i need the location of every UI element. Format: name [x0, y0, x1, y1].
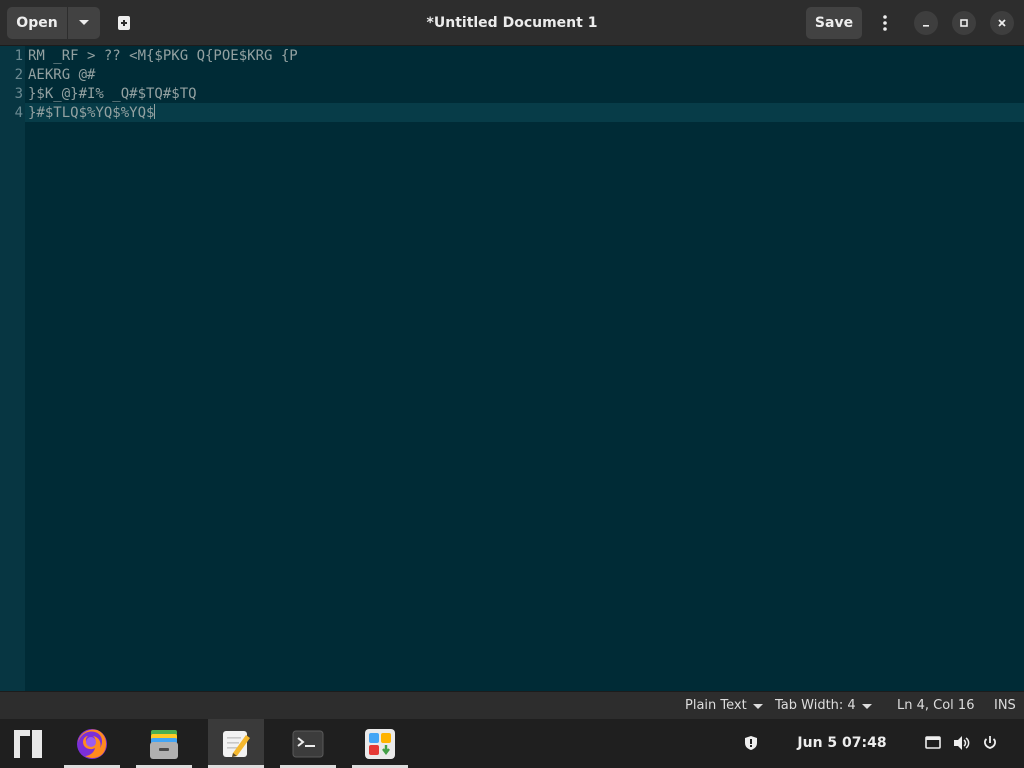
cursor-position-label: Ln 4, Col 16: [897, 698, 975, 713]
taskbar-terminal[interactable]: [280, 719, 336, 768]
screen-icon: [925, 736, 941, 749]
security-tray-item[interactable]: [740, 731, 762, 755]
chevron-down-icon: [752, 703, 763, 709]
app-window: Open *Untitled Document 1 Save 1 RM _RF …: [0, 0, 1024, 768]
firefox-icon: [77, 728, 107, 759]
software-center-icon: [365, 728, 395, 759]
line-text-content[interactable]: }#$TLQ$%YQ$%YQ$: [28, 105, 154, 121]
minimize-button[interactable]: [914, 11, 938, 35]
chevron-down-icon: [861, 703, 872, 709]
insert-mode-label: INS: [994, 698, 1016, 713]
clock[interactable]: Jun 5 07:48: [790, 719, 894, 768]
minimize-icon: [923, 25, 929, 27]
taskbar-software-center[interactable]: [352, 719, 408, 768]
close-button[interactable]: [990, 11, 1014, 35]
line-number: 1: [14, 48, 23, 64]
language-label: Plain Text: [685, 698, 747, 713]
display-tray-item[interactable]: [922, 731, 944, 755]
line-number: 3: [14, 86, 23, 102]
power-tray-item[interactable]: [979, 731, 1001, 755]
line-number: 4: [14, 105, 23, 121]
taskbar: Jun 5 07:48: [0, 719, 1024, 768]
text-caret: [154, 104, 156, 119]
line-number: 2: [14, 67, 23, 83]
text-editor-area[interactable]: 1 RM _RF > ?? <M{$PKG Q{POE$KRG {P 2 AEK…: [0, 46, 1024, 691]
language-selector[interactable]: Plain Text: [685, 692, 763, 720]
terminal-icon: [292, 730, 324, 757]
shield-icon: [745, 736, 757, 750]
main-menu-button[interactable]: [870, 7, 900, 39]
header-bar: Open *Untitled Document 1 Save: [0, 0, 1024, 46]
open-button[interactable]: Open: [7, 7, 67, 39]
maximize-icon: [960, 19, 968, 27]
file-manager-icon: [150, 729, 178, 759]
line-number-gutter: [0, 46, 25, 691]
line-text[interactable]: RM _RF > ?? <M{$PKG Q{POE$KRG {P: [28, 47, 298, 66]
editor-line[interactable]: 3 }$K_@}#I% _Q#$TQ#$TQ: [0, 85, 1024, 104]
line-text-current[interactable]: }#$TLQ$%YQ$%YQ$: [28, 104, 156, 123]
editor-line[interactable]: 4 }#$TLQ$%YQ$%YQ$: [0, 104, 1024, 123]
line-text[interactable]: }$K_@}#I% _Q#$TQ#$TQ: [28, 85, 197, 104]
taskbar-menu-button[interactable]: [6, 719, 50, 768]
new-document-button[interactable]: [108, 7, 140, 39]
tab-width-selector[interactable]: Tab Width: 4: [775, 692, 872, 720]
open-menu-button[interactable]: [68, 7, 100, 39]
window-title: *Untitled Document 1: [426, 15, 598, 31]
cursor-position[interactable]: Ln 4, Col 16: [897, 692, 974, 720]
close-icon: [998, 19, 1006, 27]
taskbar-firefox[interactable]: [64, 719, 120, 768]
manjaro-logo-icon: [14, 729, 42, 758]
taskbar-files[interactable]: [136, 719, 192, 768]
save-button[interactable]: Save: [806, 7, 862, 39]
insert-mode-indicator[interactable]: INS: [994, 692, 1016, 720]
text-editor-icon: [223, 730, 250, 757]
volume-tray-item[interactable]: [951, 731, 973, 755]
new-document-icon: [118, 16, 130, 30]
maximize-button[interactable]: [952, 11, 976, 35]
line-text[interactable]: AEKRG @#: [28, 66, 95, 85]
tab-width-label: Tab Width: 4: [775, 698, 856, 713]
open-button-label: Open: [16, 15, 58, 31]
editor-line[interactable]: 1 RM _RF > ?? <M{$PKG Q{POE$KRG {P: [0, 47, 1024, 66]
status-bar: Plain Text Tab Width: 4 Ln 4, Col 16 INS: [0, 691, 1024, 719]
kebab-menu-icon: [883, 15, 887, 31]
editor-line[interactable]: 2 AEKRG @#: [0, 66, 1024, 85]
taskbar-text-editor[interactable]: [208, 719, 264, 768]
power-icon: [984, 736, 996, 749]
chevron-down-icon: [79, 20, 89, 25]
volume-icon: [954, 736, 970, 750]
save-button-label: Save: [814, 15, 854, 31]
